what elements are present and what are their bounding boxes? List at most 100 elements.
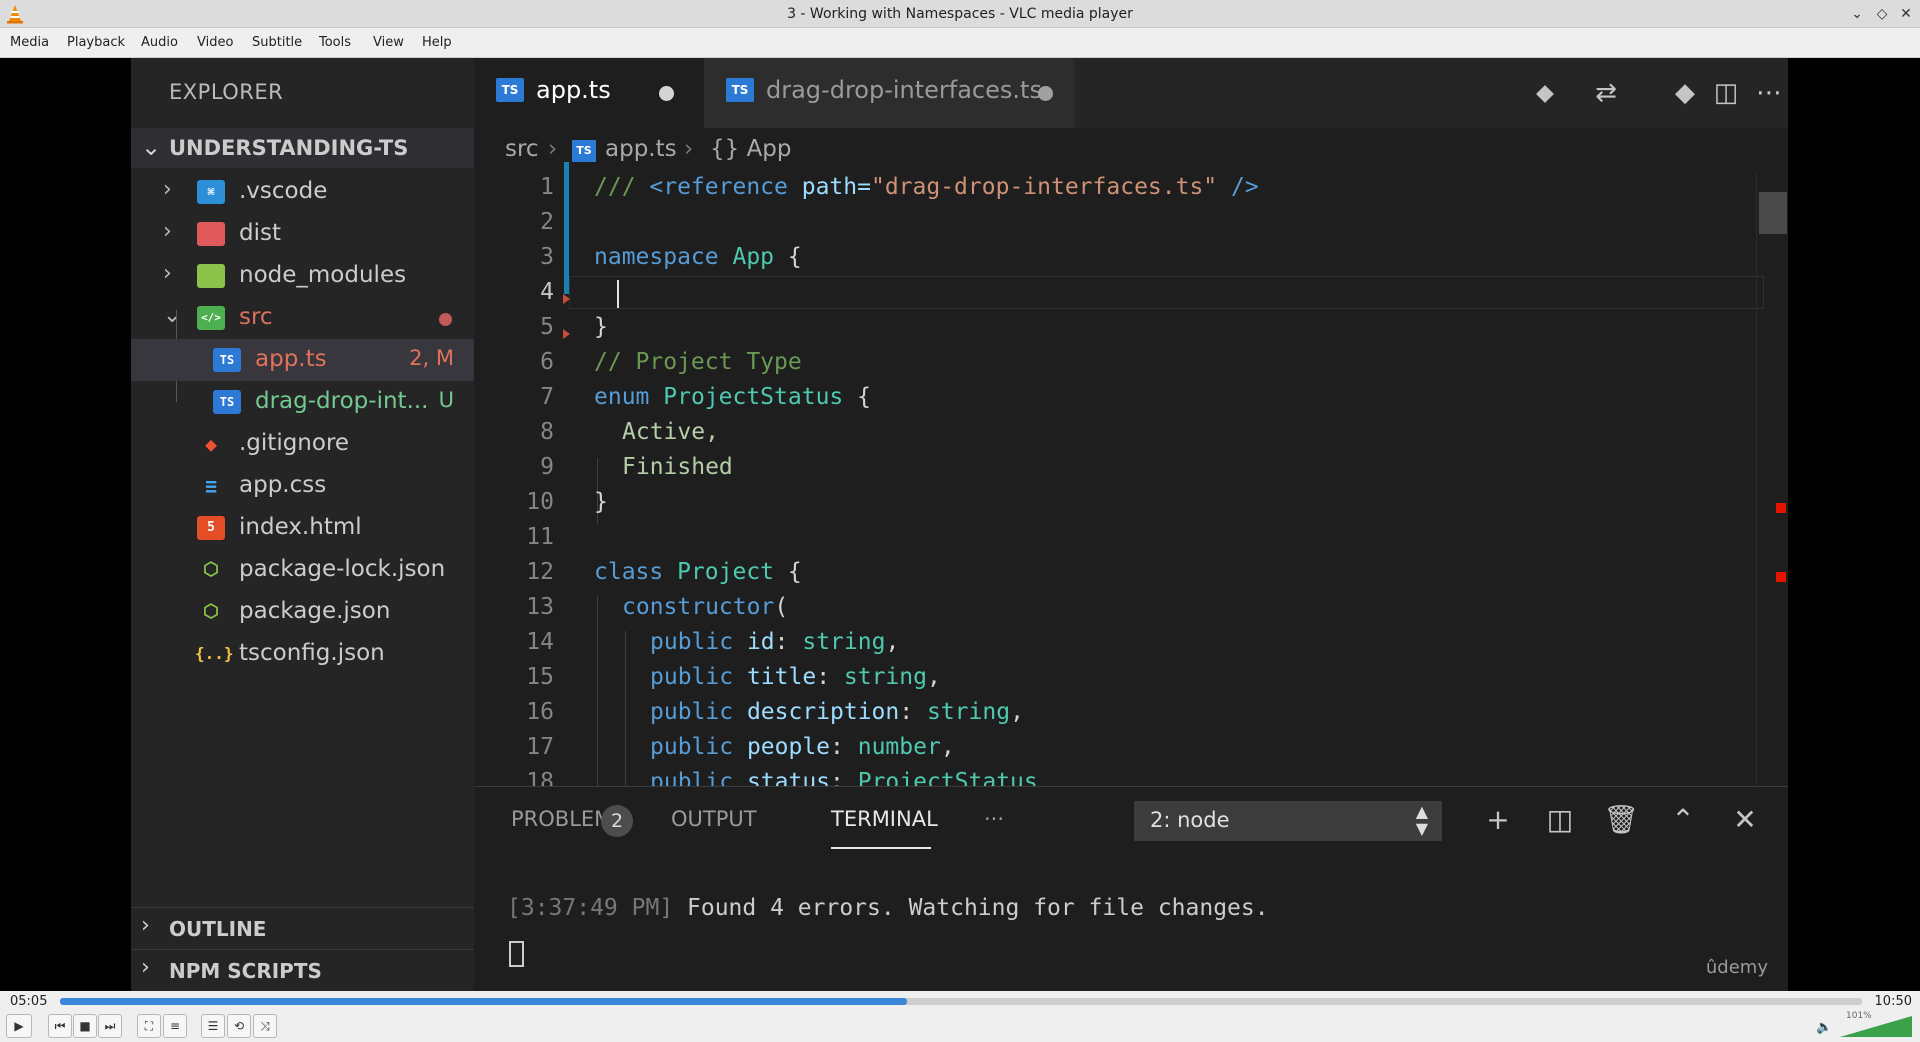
tree-item-app-ts[interactable]: TS app.ts 2, M (131, 339, 474, 381)
menu-view[interactable]: View (373, 35, 404, 50)
split-terminal-icon[interactable]: ◫ (1541, 801, 1579, 839)
breadcrumb-file[interactable]: app.ts (605, 136, 677, 162)
tree-item-package-lock[interactable]: ⬡ package-lock.json (131, 549, 474, 591)
menu-playback[interactable]: Playback (67, 35, 125, 50)
section-label: OUTLINE (169, 917, 267, 941)
tree-item-node-modules[interactable]: › node_modules (131, 255, 474, 297)
chevron-up-icon[interactable]: ⌃ (1664, 801, 1702, 839)
split-editor-icon[interactable]: ◫ (1709, 76, 1743, 110)
src-folder-icon: </> (197, 306, 225, 330)
tree-item-label: app.css (239, 472, 327, 498)
explorer-sidebar: EXPLORER ⌄ UNDERSTANDING-TS › ⌘ .vscode … (131, 58, 474, 991)
git-compare-icon[interactable]: ◆ (1668, 76, 1702, 110)
tree-item-tsconfig[interactable]: {..} tsconfig.json (131, 633, 474, 675)
code-line: constructor( (622, 594, 789, 620)
project-header[interactable]: ⌄ UNDERSTANDING-TS (131, 128, 474, 168)
next-icon[interactable]: ⏭ (98, 1014, 122, 1038)
tree-item-label: drag-drop-int... (255, 388, 429, 414)
new-terminal-icon[interactable]: + (1479, 801, 1517, 839)
menu-media[interactable]: Media (10, 35, 49, 50)
seek-bar-fill (60, 998, 907, 1005)
playlist-icon[interactable]: ☰ (201, 1014, 225, 1038)
code-line: // Project Type (594, 349, 802, 375)
minimap-border (1756, 172, 1757, 786)
tree-item-index-html[interactable]: 5 index.html (131, 507, 474, 549)
indent-guide (625, 631, 626, 786)
minimize-icon[interactable]: ⌄ (1847, 4, 1867, 24)
node-folder-icon (197, 264, 225, 288)
chevron-right-icon: › (141, 913, 150, 938)
npm-scripts-section[interactable]: › NPM SCRIPTS (131, 949, 474, 991)
trash-icon[interactable]: 🗑 (1602, 801, 1640, 839)
error-marker (1776, 572, 1786, 582)
chevron-down-icon: ⌄ (141, 133, 162, 161)
total-time[interactable]: 10:50 (1875, 994, 1912, 1009)
tree-item-vscode[interactable]: › ⌘ .vscode (131, 171, 474, 213)
tree-item-app-css[interactable]: ≡ app.css (131, 465, 474, 507)
shuffle-icon[interactable]: ⤨ (253, 1014, 277, 1038)
chevron-down-icon: ⌄ (163, 303, 182, 328)
loop-icon[interactable]: ⟲ (227, 1014, 251, 1038)
tree-item-dist[interactable]: › dist (131, 213, 474, 255)
stop-icon[interactable]: ■ (73, 1014, 97, 1038)
minimap-slider[interactable] (1759, 192, 1787, 234)
line-number: 15 (526, 664, 554, 690)
video-area[interactable]: EXPLORER ⌄ UNDERSTANDING-TS › ⌘ .vscode … (0, 58, 1920, 991)
breadcrumb-folder[interactable]: src (505, 136, 539, 162)
tree-item-gitignore[interactable]: ◆ .gitignore (131, 423, 474, 465)
tree-item-drag-drop[interactable]: TS drag-drop-int... U (131, 381, 474, 423)
code-editor[interactable]: 1 2 3 4 5 6 7 8 9 10 11 12 13 14 15 16 1… (474, 162, 1788, 795)
outline-section[interactable]: › OUTLINE (131, 907, 474, 949)
more-actions-icon[interactable]: ⋯ (1752, 76, 1786, 110)
vscode-window: EXPLORER ⌄ UNDERSTANDING-TS › ⌘ .vscode … (131, 58, 1788, 991)
line-number: 8 (540, 419, 554, 445)
speaker-icon[interactable]: 🔈 (1816, 1020, 1832, 1035)
chevron-right-icon: › (548, 136, 558, 162)
line-number: 7 (540, 384, 554, 410)
tab-drag-drop-interfaces[interactable]: TS drag-drop-interfaces.ts (704, 58, 1074, 128)
tree-item-src[interactable]: ⌄ </> src (131, 297, 474, 339)
explorer-title: EXPLORER (169, 80, 284, 104)
tree-item-label: app.ts (255, 346, 327, 372)
close-icon[interactable]: ✕ (1896, 4, 1916, 24)
menu-tools[interactable]: Tools (319, 35, 351, 50)
menu-help[interactable]: Help (422, 35, 452, 50)
menu-audio[interactable]: Audio (141, 35, 178, 50)
tree-item-label: src (239, 304, 273, 330)
code-line: class Project { (594, 559, 802, 585)
menu-subtitle[interactable]: Subtitle (252, 35, 302, 50)
more-tabs-button[interactable]: ··· (984, 807, 1004, 831)
tab-output[interactable]: OUTPUT (671, 807, 757, 831)
chevron-right-icon: › (684, 136, 694, 162)
open-changes-icon[interactable]: ⇄ (1589, 76, 1623, 110)
tab-app-ts[interactable]: TS app.ts (474, 58, 704, 128)
ts-file-icon: TS (572, 140, 596, 162)
current-line-highlight (569, 276, 1764, 309)
terminal-select[interactable]: 2: node ▲ ▼ (1134, 801, 1442, 841)
line-number: 4 (540, 279, 554, 305)
line-number: 16 (526, 699, 554, 725)
seek-bar[interactable] (60, 998, 1862, 1005)
menu-video[interactable]: Video (197, 35, 233, 50)
unsaved-dot-icon[interactable] (1038, 86, 1053, 101)
previous-icon[interactable]: ⏮ (48, 1014, 72, 1038)
git-lens-icon[interactable]: ⬥ (1528, 76, 1562, 110)
tree-item-package-json[interactable]: ⬡ package.json (131, 591, 474, 633)
line-number: 9 (540, 454, 554, 480)
unsaved-dot-icon[interactable] (659, 86, 674, 101)
json-icon: {..} (195, 644, 234, 663)
extended-settings-icon[interactable]: ≡ (163, 1014, 187, 1038)
line-number: 2 (540, 209, 554, 235)
line-number: 1 (540, 174, 554, 200)
play-button[interactable]: ▶ (6, 1014, 32, 1038)
fullscreen-icon[interactable]: ⛶ (137, 1014, 161, 1038)
breadcrumb-symbol[interactable]: {} App (710, 136, 792, 162)
tree-item-label: tsconfig.json (239, 640, 385, 666)
close-panel-icon[interactable]: ✕ (1726, 801, 1764, 839)
breadcrumb: src › TS app.ts › {} App (474, 128, 1788, 172)
html-icon: 5 (197, 516, 225, 540)
css-icon: ≡ (204, 474, 218, 498)
maximize-icon[interactable]: ◇ (1872, 4, 1892, 24)
tab-terminal[interactable]: TERMINAL (831, 807, 938, 831)
terminal-cursor (509, 941, 524, 967)
